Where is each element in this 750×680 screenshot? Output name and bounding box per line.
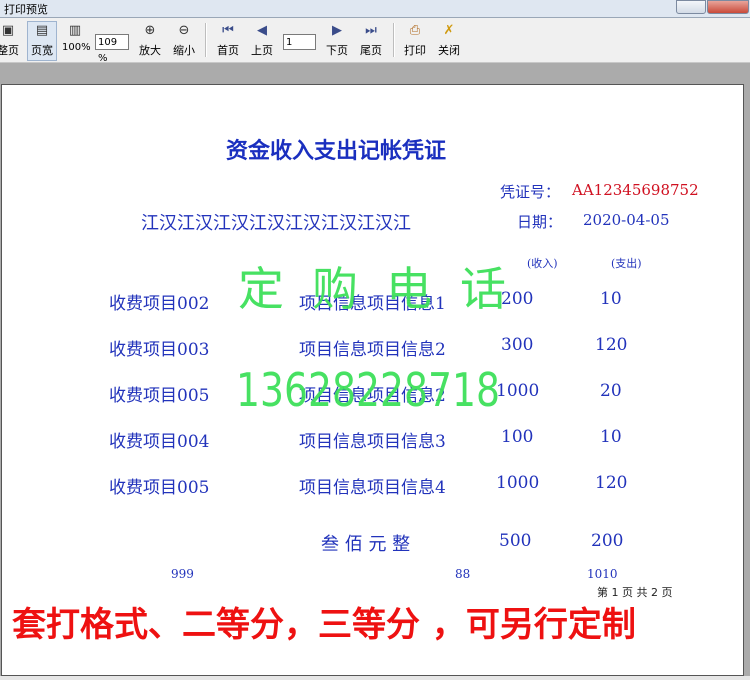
row-item: 收费项目005 bbox=[109, 386, 210, 406]
whole-page-button[interactable]: ▣ 整页 bbox=[0, 22, 20, 58]
zoom-100-button[interactable]: ▥ 100% bbox=[62, 22, 91, 53]
row-expense: 120 bbox=[595, 335, 628, 355]
row-income: 1000 bbox=[496, 381, 540, 401]
first-page-button[interactable]: ⏮ 首页 bbox=[214, 22, 242, 58]
expense-column-header: (支出) bbox=[611, 257, 642, 270]
row-item: 收费项目002 bbox=[109, 294, 210, 314]
toolbar: ▣ 整页 ▤ 页宽 ▥ 100% 109 % ⊕ 放大 ⊖ 缩小 ⏮ 首页 ◀ … bbox=[0, 18, 750, 64]
voucher-label: 凭证号： bbox=[500, 183, 561, 201]
next-page-button[interactable]: ▶ 下页 bbox=[323, 22, 351, 58]
row-income: 100 bbox=[501, 427, 534, 447]
toolbar-separator bbox=[205, 23, 207, 57]
watermark-phone-number: 13628228718 bbox=[236, 363, 500, 417]
date-value: 2020-04-05 bbox=[583, 211, 670, 229]
page-width-icon: ▤ bbox=[35, 23, 49, 38]
next-page-icon: ▶ bbox=[332, 23, 342, 38]
close-figure-icon: ✗ bbox=[443, 23, 455, 38]
date-label: 日期： bbox=[517, 213, 563, 231]
total-income: 500 bbox=[499, 531, 532, 551]
zoom-out-button[interactable]: ⊖ 缩小 bbox=[171, 22, 197, 58]
last-page-button[interactable]: ⏭ 尾页 bbox=[357, 22, 385, 58]
prev-page-button[interactable]: ◀ 上页 bbox=[248, 22, 276, 58]
row-income: 1000 bbox=[496, 473, 540, 493]
close-window-button[interactable] bbox=[707, 0, 749, 14]
watermark-phone-label: 定购电话 bbox=[238, 262, 534, 316]
company-name: 江汉江汉江汉江汉江汉江汉江汉江 bbox=[141, 213, 411, 234]
row-expense: 10 bbox=[600, 289, 622, 309]
last-page-icon: ⏭ bbox=[365, 23, 377, 38]
row-item: 收费项目003 bbox=[109, 340, 210, 360]
actual-size-icon: ▥ bbox=[68, 23, 82, 38]
window-title: 打印预览 bbox=[4, 3, 48, 16]
footer-mid-value: 88 bbox=[455, 567, 471, 581]
row-info: 项目信息项目信息4 bbox=[299, 478, 446, 498]
title-bar: 打印预览 bbox=[0, 0, 750, 18]
minimize-button[interactable] bbox=[676, 0, 706, 14]
row-expense: 10 bbox=[600, 427, 622, 447]
row-expense: 120 bbox=[595, 473, 628, 493]
whole-page-icon: ▣ bbox=[1, 23, 15, 38]
first-page-icon: ⏮ bbox=[222, 23, 234, 38]
footer-left-value: 999 bbox=[171, 567, 194, 581]
page-width-button[interactable]: ▤ 页宽 bbox=[27, 21, 57, 61]
close-button[interactable]: ✗ 关闭 bbox=[435, 22, 463, 58]
row-expense: 20 bbox=[600, 381, 622, 401]
zoom-in-button[interactable]: ⊕ 放大 bbox=[137, 22, 163, 58]
total-in-words: 叁 佰 元 整 bbox=[321, 534, 411, 555]
status-bar bbox=[0, 676, 750, 680]
page-number-input[interactable]: 1 bbox=[283, 34, 316, 50]
row-info: 项目信息项目信息2 bbox=[299, 340, 446, 360]
print-preview-page: 资金收入支出记帐凭证 凭证号： AA12345698752 江汉江汉江汉江汉江汉… bbox=[1, 84, 744, 676]
row-item: 收费项目004 bbox=[109, 432, 210, 452]
toolbar-separator bbox=[393, 23, 395, 57]
zoom-out-icon: ⊖ bbox=[178, 23, 190, 38]
printer-icon: ⎙ bbox=[409, 23, 421, 38]
print-button[interactable]: ⎙ 打印 bbox=[401, 22, 429, 58]
zoom-in-icon: ⊕ bbox=[144, 23, 156, 38]
footer-right-value: 1010 bbox=[587, 567, 618, 581]
zoom-input[interactable]: 109 % bbox=[95, 34, 129, 64]
row-item: 收费项目005 bbox=[109, 478, 210, 498]
promo-banner: 套打格式、二等分，三等分 ，可另行定制 bbox=[12, 605, 636, 645]
prev-page-icon: ◀ bbox=[257, 23, 267, 38]
voucher-number: AA12345698752 bbox=[572, 181, 699, 199]
row-income: 300 bbox=[501, 335, 534, 355]
total-expense: 200 bbox=[591, 531, 624, 551]
document-title: 资金收入支出记帐凭证 bbox=[226, 139, 447, 164]
row-info: 项目信息项目信息3 bbox=[299, 432, 446, 452]
